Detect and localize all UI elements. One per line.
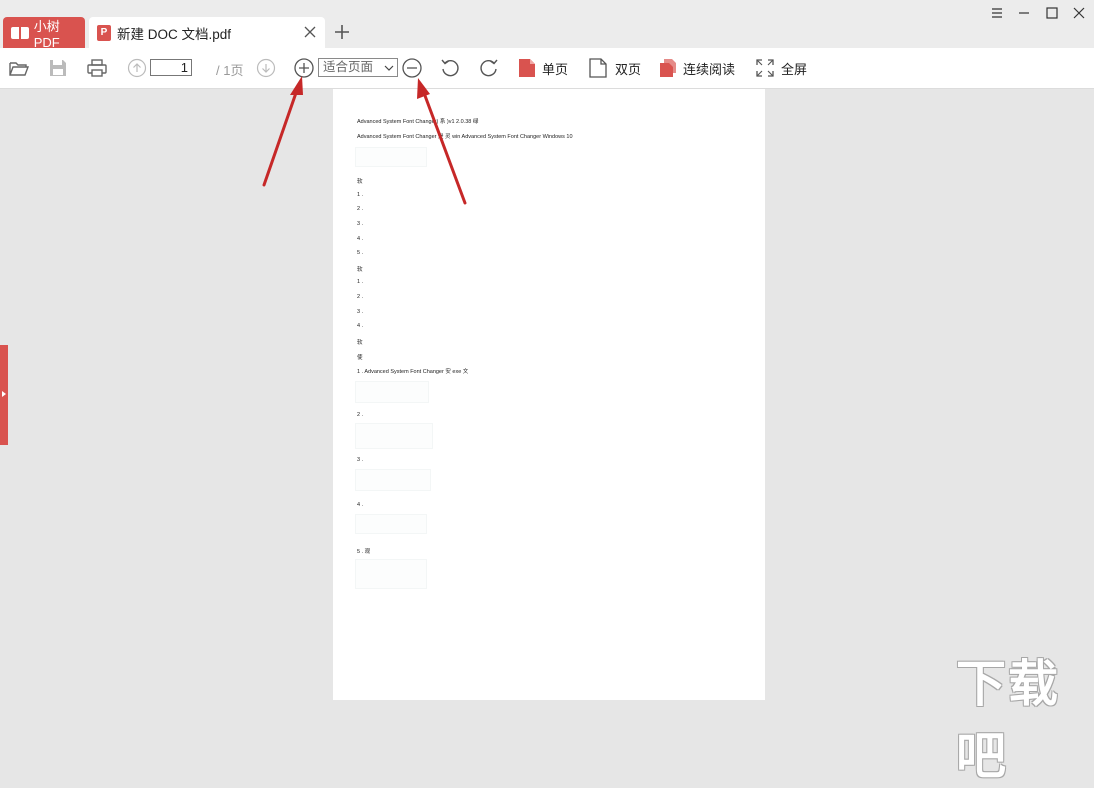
fullscreen-icon xyxy=(756,59,774,77)
image-placeholder xyxy=(355,514,427,534)
fullscreen-button[interactable]: 全屏 xyxy=(755,57,807,79)
doc-line: 1 . xyxy=(357,192,364,198)
tab-bar: 小树PDF P 新建 DOC 文档.pdf xyxy=(0,0,1094,50)
chevron-down-icon xyxy=(384,65,394,71)
zoom-out-icon[interactable] xyxy=(401,57,423,79)
doc-line: 4 . xyxy=(357,323,364,329)
book-icon xyxy=(10,25,30,41)
document-tab[interactable]: P 新建 DOC 文档.pdf xyxy=(89,17,325,48)
doc-line: 3 . xyxy=(357,457,364,463)
watermark-logo: 下载吧 xyxy=(956,655,1060,785)
fullscreen-label: 全屏 xyxy=(781,61,808,77)
continuous-reading-icon xyxy=(660,59,676,77)
print-icon[interactable] xyxy=(86,57,108,79)
zoom-in-icon[interactable] xyxy=(293,57,315,79)
image-placeholder xyxy=(355,423,433,449)
pdf-file-icon: P xyxy=(97,24,111,41)
rotate-left-icon[interactable] xyxy=(439,57,461,79)
doc-line: 软 xyxy=(357,179,363,185)
pdf-page: Advanced System Font Changer) 系 )v1 2.0.… xyxy=(333,89,765,700)
doc-line: 软 xyxy=(357,267,363,273)
doc-line: 4 . xyxy=(357,502,364,508)
close-window-icon[interactable] xyxy=(1071,5,1087,21)
double-page-icon xyxy=(589,58,607,78)
single-page-icon xyxy=(519,59,535,77)
image-placeholder xyxy=(355,381,429,403)
menu-icon[interactable] xyxy=(989,5,1005,21)
image-placeholder xyxy=(355,559,427,589)
new-tab-plus-icon[interactable] xyxy=(332,22,352,42)
doc-line: 3 . xyxy=(357,309,364,315)
page-total-label: / 1页 xyxy=(216,63,244,78)
previous-page-icon[interactable] xyxy=(126,57,148,79)
doc-line: Advanced System Font Changer) 系 )v1 2.0.… xyxy=(357,119,479,125)
image-placeholder xyxy=(355,147,427,167)
next-page-icon[interactable] xyxy=(255,57,277,79)
sidebar-toggle-handle[interactable] xyxy=(0,345,8,445)
doc-line: 软 xyxy=(357,340,363,346)
doc-line: 3 . xyxy=(357,221,364,227)
open-folder-icon[interactable] xyxy=(8,57,30,79)
page-number-input[interactable]: 1 xyxy=(150,59,192,76)
close-tab-icon[interactable] xyxy=(301,23,319,41)
doc-line: 5 . 观 xyxy=(357,549,371,555)
double-page-label: 双页 xyxy=(615,61,642,77)
doc-line: 1 . Advanced System Font Changer 安 exe 文 xyxy=(357,369,469,375)
doc-line: 2 . xyxy=(357,206,364,212)
maximize-icon[interactable] xyxy=(1044,5,1060,21)
doc-line: 2 . xyxy=(357,294,364,300)
continuous-reading-label: 连续阅读 xyxy=(683,61,736,77)
rotate-right-icon[interactable] xyxy=(478,57,500,79)
doc-line: Advanced System Font Changer 是 灵 win Adv… xyxy=(357,134,573,140)
single-page-label: 单页 xyxy=(542,61,569,77)
single-page-button[interactable]: 单页 xyxy=(518,57,568,79)
doc-line: 4 . xyxy=(357,236,364,242)
doc-line: 使 xyxy=(357,355,363,361)
app-menu-tab[interactable]: 小树PDF xyxy=(3,17,85,50)
continuous-reading-button[interactable]: 连续阅读 xyxy=(659,57,735,79)
double-page-button[interactable]: 双页 xyxy=(589,57,641,79)
save-icon[interactable] xyxy=(47,57,69,79)
doc-line: 1 . xyxy=(357,279,364,285)
app-name: 小树PDF xyxy=(33,18,60,50)
image-placeholder xyxy=(355,469,431,491)
document-tab-title: 新建 DOC 文档.pdf xyxy=(117,26,232,42)
doc-line: 2 . xyxy=(357,412,364,418)
zoom-level-value: 适合页面 xyxy=(323,60,374,74)
doc-line: 5 . xyxy=(357,250,364,256)
zoom-level-select[interactable]: 适合页面 xyxy=(318,58,398,77)
minimize-icon[interactable] xyxy=(1016,5,1032,21)
